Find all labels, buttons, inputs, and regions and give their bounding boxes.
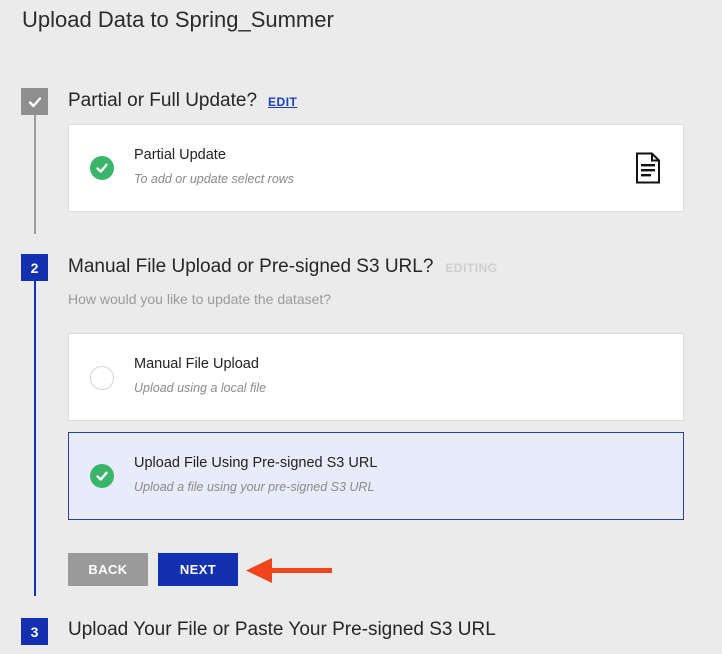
option-description: Upload a file using your pre-signed S3 U… xyxy=(134,480,375,494)
step-1-title: Partial or Full Update? xyxy=(68,90,258,111)
step-1-connector-line xyxy=(34,115,36,234)
partial-update-summary-card: Partial Update To add or update select r… xyxy=(68,124,684,212)
check-icon xyxy=(28,96,41,107)
option-title: Manual File Upload xyxy=(134,356,259,372)
step-2-heading: Manual File Upload or Pre-signed S3 URL?… xyxy=(68,256,498,278)
manual-file-upload-option[interactable]: Manual File Upload Upload using a local … xyxy=(68,333,684,421)
presigned-s3-url-option[interactable]: Upload File Using Pre-signed S3 URL Uplo… xyxy=(68,432,684,520)
back-button[interactable]: BACK xyxy=(68,553,148,586)
step-3-badge: 3 xyxy=(21,618,48,645)
edit-link[interactable]: EDIT xyxy=(268,95,297,109)
option-description: Upload using a local file xyxy=(134,381,267,395)
page-title: Upload Data to Spring_Summer xyxy=(22,7,334,32)
green-check-icon xyxy=(90,156,114,180)
step-2-connector-line xyxy=(34,278,36,596)
step-1-heading: Partial or Full Update? EDIT xyxy=(68,90,297,112)
option-title: Partial Update xyxy=(134,147,226,163)
step-1-badge xyxy=(21,88,48,115)
annotation-arrow-icon xyxy=(246,558,332,583)
editing-status-label: EDITING xyxy=(445,261,498,275)
radio-unselected-icon[interactable] xyxy=(90,366,114,390)
step-2-question: How would you like to update the dataset… xyxy=(68,291,332,307)
step-2-badge: 2 xyxy=(21,254,48,281)
option-title: Upload File Using Pre-signed S3 URL xyxy=(134,455,378,471)
next-button[interactable]: NEXT xyxy=(158,553,238,586)
step-3-heading: Upload Your File or Paste Your Pre-signe… xyxy=(68,619,496,640)
option-description: To add or update select rows xyxy=(134,172,295,186)
document-icon xyxy=(636,152,660,184)
green-check-icon xyxy=(90,464,114,488)
step-2-title: Manual File Upload or Pre-signed S3 URL? xyxy=(68,256,434,277)
